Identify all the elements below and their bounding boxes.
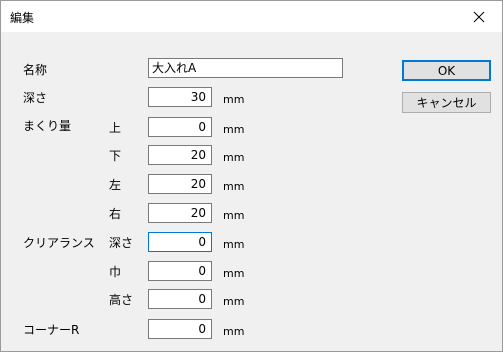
corner-r-unit: mm [223, 325, 245, 338]
clearance-height-unit: mm [223, 295, 245, 308]
ok-button[interactable]: OK [402, 60, 491, 81]
edit-dialog: 編集 名称 大入れA 深さ 30 mm まくり量 上 0 mm 下 20 mm … [0, 0, 503, 352]
flip-bottom-label: 下 [109, 149, 122, 163]
clearance-depth-field[interactable]: 0 [148, 232, 212, 252]
name-label: 名称 [23, 63, 48, 77]
clearance-depth-label: 深さ [109, 236, 134, 250]
clearance-label: クリアランス [23, 236, 95, 250]
flip-top-field[interactable]: 0 [148, 117, 212, 137]
flip-right-field[interactable]: 20 [148, 203, 212, 223]
cancel-button[interactable]: キャンセル [402, 92, 491, 113]
clearance-width-field[interactable]: 0 [148, 261, 212, 281]
flip-top-unit: mm [223, 123, 245, 136]
window-title: 編集 [10, 11, 35, 25]
flip-amount-label: まくり量 [23, 119, 72, 133]
clearance-height-label: 高さ [109, 293, 134, 307]
flip-right-unit: mm [223, 209, 245, 222]
title-bar[interactable]: 編集 [1, 1, 502, 32]
depth-unit: mm [223, 93, 245, 106]
clearance-height-field[interactable]: 0 [148, 289, 212, 309]
close-button[interactable] [456, 1, 502, 32]
flip-left-field[interactable]: 20 [148, 174, 212, 194]
flip-left-unit: mm [223, 180, 245, 193]
flip-top-label: 上 [109, 121, 122, 135]
depth-label: 深さ [23, 91, 48, 105]
flip-bottom-unit: mm [223, 151, 245, 164]
flip-left-label: 左 [109, 178, 122, 192]
flip-bottom-field[interactable]: 20 [148, 145, 212, 165]
corner-r-label: コーナーR [23, 323, 80, 337]
corner-r-field[interactable]: 0 [148, 319, 212, 339]
close-icon [473, 11, 485, 22]
name-field[interactable]: 大入れA [148, 58, 343, 78]
depth-field[interactable]: 30 [148, 87, 212, 107]
clearance-width-unit: mm [223, 267, 245, 280]
flip-right-label: 右 [109, 207, 122, 221]
clearance-depth-unit: mm [223, 238, 245, 251]
clearance-width-label: 巾 [109, 265, 122, 279]
